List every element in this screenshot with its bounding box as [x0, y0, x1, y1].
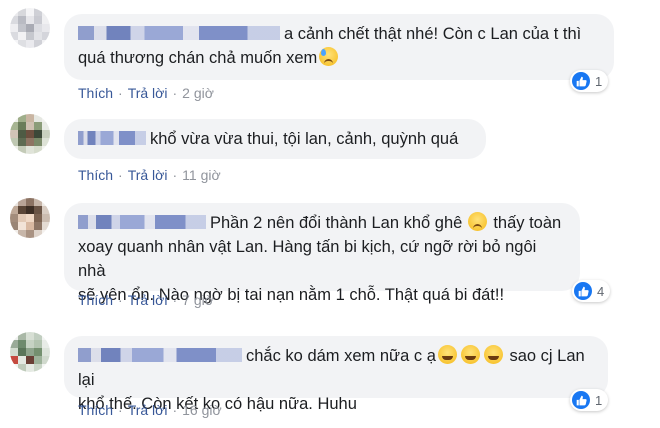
comment-time[interactable]: 16 giờ — [182, 402, 222, 418]
avatar[interactable] — [10, 198, 50, 238]
comment-bubble: Phần 2 nên đổi thành Lan khổ ghê thấy toà… — [64, 203, 580, 304]
commenter-name-blurred[interactable] — [78, 348, 242, 362]
comment-text-line1: Phần 2 nên đổi thành Lan khổ ghê — [210, 214, 463, 232]
comment-time[interactable]: 2 giờ — [182, 85, 214, 101]
like-link[interactable]: Thích — [78, 167, 113, 183]
reaction-count-badge[interactable]: 1 — [570, 389, 609, 411]
comment-time[interactable]: 11 giờ — [182, 167, 221, 183]
sad-sweat-emoji-icon — [319, 47, 339, 66]
reaction-count-badge[interactable]: 1 — [570, 70, 609, 92]
commenter-name-blurred[interactable] — [78, 26, 280, 40]
comment-bubble: a cảnh chết thật nhé! Còn c Lan của t th… — [64, 14, 614, 80]
commenter-name-blurred[interactable] — [78, 215, 206, 229]
crying-emoji-icon — [437, 345, 457, 364]
like-icon — [572, 72, 590, 90]
reply-link[interactable]: Trả lời — [128, 167, 168, 183]
comment-actions: Thích · Trả lời · 16 giờ — [78, 402, 222, 418]
reply-link[interactable]: Trả lời — [128, 402, 168, 418]
like-link[interactable]: Thích — [78, 85, 113, 101]
comment-text-line2: quá thương chán chả muốn xem — [78, 49, 318, 67]
comment-actions: Thích · Trả lời · 7 giờ — [78, 292, 214, 308]
comment-text-line2: xoay quanh nhân vật Lan. Hàng tấn bi kịc… — [78, 238, 537, 280]
avatar[interactable] — [10, 8, 50, 48]
reply-link[interactable]: Trả lời — [128, 292, 168, 308]
comment-text: khổ vừa vừa thui, tội lan, cảnh, quỳnh q… — [150, 130, 459, 148]
reply-link[interactable]: Trả lời — [128, 85, 168, 101]
avatar[interactable] — [10, 332, 50, 372]
crying-emoji-icon — [460, 345, 480, 364]
commenter-name-blurred[interactable] — [78, 131, 146, 145]
like-icon — [574, 282, 592, 300]
comment-text-line1: chắc ko dám xem nữa c ạ — [246, 347, 436, 365]
comment-actions: Thích · Trả lời · 11 giờ — [78, 167, 221, 183]
comment-text-line1: a cảnh chết thật nhé! Còn c Lan của t th… — [284, 25, 582, 43]
avatar[interactable] — [10, 114, 50, 154]
comment-text-line1b: thấy toàn — [493, 214, 562, 232]
comment-actions: Thích · Trả lời · 2 giờ — [78, 85, 214, 101]
like-icon — [572, 391, 590, 409]
comment-bubble: khổ vừa vừa thui, tội lan, cảnh, quỳnh q… — [64, 119, 486, 159]
disappointed-emoji-icon — [468, 212, 488, 231]
like-link[interactable]: Thích — [78, 292, 113, 308]
reaction-count-badge[interactable]: 4 — [572, 280, 611, 302]
reaction-count: 1 — [595, 73, 603, 89]
reaction-count: 4 — [597, 283, 605, 299]
comment-time[interactable]: 7 giờ — [182, 292, 214, 308]
like-link[interactable]: Thích — [78, 402, 113, 418]
crying-emoji-icon — [483, 345, 503, 364]
reaction-count: 1 — [595, 392, 603, 408]
comment-bubble: chắc ko dám xem nữa c ạ sao cj Lan lại k… — [64, 336, 608, 413]
